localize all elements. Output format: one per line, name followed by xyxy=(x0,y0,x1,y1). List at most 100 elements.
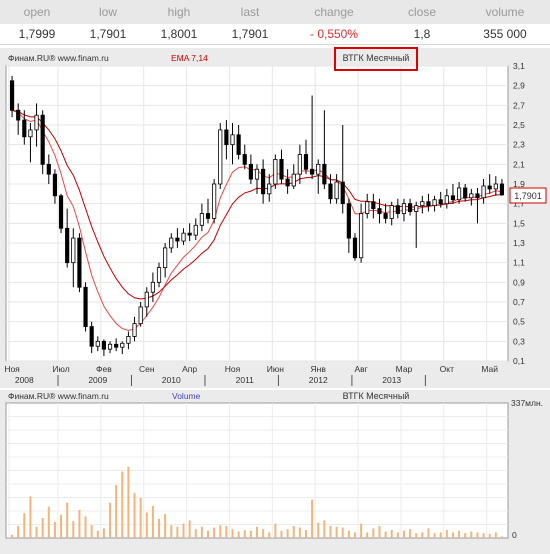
volume-bar xyxy=(335,526,338,538)
last-price-label: 1,7901 xyxy=(514,191,542,201)
month-tick-label: Май xyxy=(481,364,498,374)
candle-body xyxy=(199,213,204,226)
month-tick-label: Авг xyxy=(354,364,367,374)
volume-bar xyxy=(23,513,26,538)
candle-body xyxy=(126,336,131,344)
candle-body xyxy=(322,163,327,185)
volume-bar xyxy=(433,533,436,538)
candle-body xyxy=(16,109,21,121)
candle-body xyxy=(169,237,174,249)
candle xyxy=(212,179,217,224)
candle-body xyxy=(463,187,468,199)
price-y-tick-label: 0,1 xyxy=(513,356,525,366)
candle-body xyxy=(95,340,100,347)
candle-body xyxy=(365,201,370,214)
candle-body xyxy=(205,213,211,219)
month-tick-label: Ноя xyxy=(4,364,20,374)
year-tick-label: 2011 xyxy=(236,375,255,385)
volume-bar xyxy=(200,526,203,538)
volume-bar xyxy=(317,522,320,538)
volume-bar xyxy=(53,521,56,538)
candle-body xyxy=(493,183,498,190)
candle-body xyxy=(71,237,76,264)
volume-bar xyxy=(415,533,418,538)
year-tick-label: 2009 xyxy=(88,375,107,385)
volume-bar xyxy=(311,499,314,538)
volume-bar xyxy=(151,505,154,538)
volume-bar xyxy=(329,525,332,538)
volume-bar xyxy=(353,532,356,538)
candle-body xyxy=(469,193,474,199)
volume-bar xyxy=(347,530,350,538)
volume-bar xyxy=(17,525,20,538)
volume-bar xyxy=(372,528,375,538)
volume-max-label: 337млн. xyxy=(511,398,543,408)
volume-bar xyxy=(280,530,283,538)
volume-bar xyxy=(11,534,14,538)
volume-bar xyxy=(145,512,148,538)
candle-body xyxy=(297,154,302,175)
volume-bar xyxy=(390,529,393,538)
candle-body xyxy=(193,224,198,236)
candle-body xyxy=(58,195,64,229)
candle-body xyxy=(52,173,58,197)
price-y-tick-label: 1,3 xyxy=(513,238,525,248)
last-price-marker: 1,7901 xyxy=(509,187,547,204)
candle-body xyxy=(426,201,431,207)
price-y-tick-label: 2,9 xyxy=(513,81,525,91)
volume-indicator-label: Volume xyxy=(172,391,201,401)
volume-bar xyxy=(427,528,430,538)
candle-body xyxy=(481,185,486,199)
candle-body xyxy=(371,201,376,209)
volume-bar xyxy=(243,529,246,538)
volume-bar xyxy=(115,485,118,538)
month-tick-label: Июн xyxy=(267,364,284,374)
volume-bar xyxy=(298,527,301,538)
candle-body xyxy=(359,213,364,259)
candle-body xyxy=(101,340,106,350)
candle-body xyxy=(230,134,235,146)
volume-bar xyxy=(194,529,197,538)
candle-body xyxy=(22,119,27,138)
candle-body xyxy=(9,80,15,111)
price-source-label: Финам.RU® www.finam.ru xyxy=(8,53,109,63)
volume-bar xyxy=(139,497,142,538)
candle-body xyxy=(487,185,492,190)
volume-bar xyxy=(213,527,216,538)
candle-body xyxy=(389,205,394,219)
candle-body xyxy=(346,203,351,239)
volume-bar xyxy=(60,514,63,538)
price-y-tick-label: 1,1 xyxy=(513,258,525,268)
volume-bar xyxy=(445,529,448,538)
price-plot-area xyxy=(5,65,509,362)
volume-bar xyxy=(366,532,369,538)
volume-bar xyxy=(176,526,179,538)
price-y-tick-label: 0,5 xyxy=(513,317,525,327)
price-y-tick-label: 0,9 xyxy=(513,277,525,287)
price-y-tick-label: 0,7 xyxy=(513,297,525,307)
volume-bar xyxy=(256,526,258,538)
candle-body xyxy=(328,183,333,200)
candle-body xyxy=(395,205,400,214)
candle-body xyxy=(150,281,155,293)
price-y-tick-label: 0,3 xyxy=(513,336,525,346)
price-volume-chart: 3,12,92,72,52,32,11,91,71,51,31,10,90,70… xyxy=(0,47,550,554)
candle-body xyxy=(120,342,125,348)
month-tick-label: Янв xyxy=(311,364,327,374)
volume-bar xyxy=(121,471,124,538)
volume-bar xyxy=(207,530,210,538)
price-y-tick-label: 2,5 xyxy=(513,120,525,130)
volume-bar xyxy=(231,529,234,538)
volume-bar xyxy=(494,532,497,538)
candle-body xyxy=(132,323,137,337)
candle-body xyxy=(316,163,321,175)
volume-bar xyxy=(409,529,412,538)
month-tick-label: Ноя xyxy=(225,364,241,374)
volume-bar xyxy=(341,527,344,538)
candle-body xyxy=(89,326,94,347)
price-chart-title: ВТГК Месячный xyxy=(343,53,410,63)
volume-bar xyxy=(396,532,399,538)
volume-bar xyxy=(182,523,185,538)
candle-body xyxy=(114,343,119,348)
month-tick-label: Сен xyxy=(139,364,155,374)
